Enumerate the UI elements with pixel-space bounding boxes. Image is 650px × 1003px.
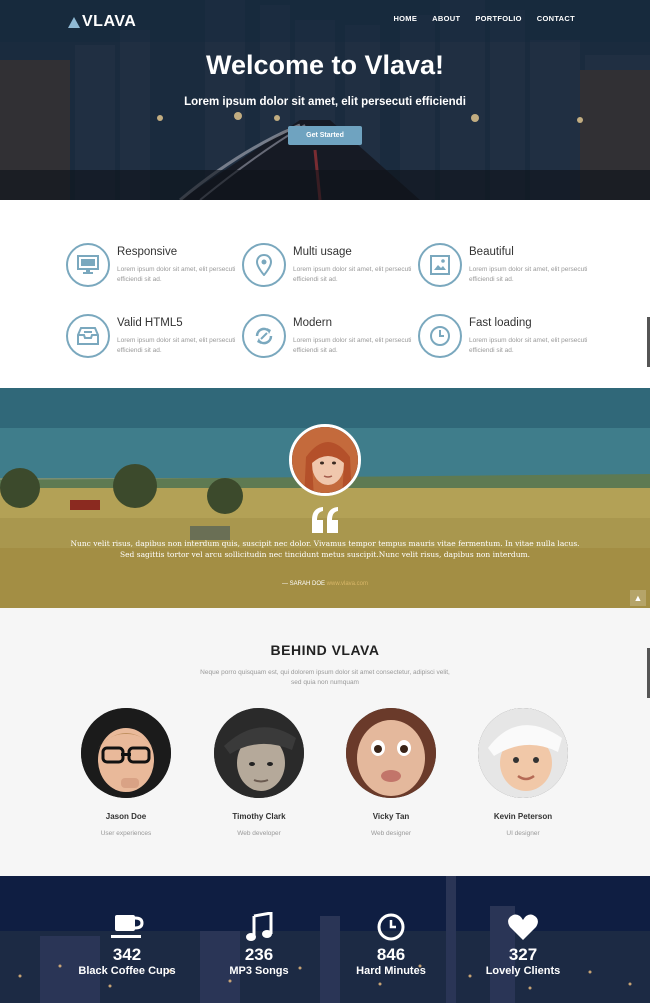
logo[interactable]: VLAVA	[68, 13, 136, 31]
coffee-icon	[62, 912, 192, 942]
team-section: BEHIND VLAVA Neque porro quisquam est, q…	[0, 608, 650, 876]
testimonial-avatar	[289, 424, 361, 496]
stat-label: Lovely Clients	[485, 965, 561, 977]
heart-icon	[458, 912, 588, 942]
wheat-field-background	[0, 388, 650, 608]
team-member: Kevin Peterson UI designer	[468, 708, 578, 837]
main-menu: HOME ABOUT PORTFOLIO CONTACT	[393, 14, 575, 23]
feature-desc: Lorem ipsum dolor sit amet, elit persecu…	[293, 337, 412, 354]
clock-icon	[418, 314, 462, 358]
feature-title: Valid HTML5	[117, 317, 183, 329]
team-member: Vicky Tan Web designer	[336, 708, 446, 837]
map-pin-icon	[242, 243, 286, 287]
nav-about[interactable]: ABOUT	[432, 14, 460, 23]
team-heading: BEHIND VLAVA	[270, 642, 380, 658]
stat-value: 327	[508, 945, 538, 964]
member-role: User experiences	[100, 830, 152, 837]
hero-title: Welcome to Vlava!	[205, 50, 445, 80]
avatar	[478, 708, 568, 798]
features-section: Responsive Lorem ipsum dolor sit amet, e…	[0, 200, 650, 388]
member-role: Web designer	[371, 830, 411, 837]
team-member: Jason Doe User experiences	[71, 708, 181, 837]
member-name: Jason Doe	[105, 812, 147, 821]
feature-desc: Lorem ipsum dolor sit amet, elit persecu…	[117, 337, 236, 354]
member-role: Web developer	[237, 830, 281, 837]
feature-desc: Lorem ipsum dolor sit amet, elit persecu…	[117, 266, 236, 283]
avatar	[81, 708, 171, 798]
stat-minutes: 846 Hard Minutes	[326, 912, 456, 977]
hero-subtitle: Lorem ipsum dolor sit amet, elit persecu…	[184, 96, 466, 108]
feature-fast-loading: Fast loading Lorem ipsum dolor sit amet,…	[418, 314, 588, 364]
feature-title: Multi usage	[293, 246, 352, 258]
avatar	[214, 708, 304, 798]
monitor-icon	[66, 243, 110, 287]
quote-icon	[312, 507, 338, 533]
chevron-up-icon: ▲	[633, 593, 643, 603]
scroll-top-button[interactable]: ▲	[630, 590, 646, 606]
logo-text: VLAVA	[82, 13, 137, 30]
member-name: Timothy Clark	[232, 812, 286, 821]
stat-value: 342	[112, 945, 142, 964]
feature-title: Beautiful	[469, 246, 514, 258]
stat-songs: 236 MP3 Songs	[194, 912, 324, 977]
nav-home[interactable]: HOME	[393, 14, 417, 23]
nav-portfolio[interactable]: PORTFOLIO	[475, 14, 521, 23]
feature-title: Fast loading	[469, 317, 532, 329]
logo-triangle-icon	[68, 16, 80, 28]
author-link[interactable]: www.vlava.com	[327, 581, 368, 587]
image-icon	[418, 243, 462, 287]
nav-contact[interactable]: CONTACT	[537, 14, 575, 23]
testimonial-text: Nunc velit risus, dapibus non interdum q…	[70, 539, 580, 559]
team-member: Timothy Clark Web developer	[204, 708, 314, 837]
stat-clients: 327 Lovely Clients	[458, 912, 588, 977]
stat-label: Hard Minutes	[356, 965, 426, 977]
feature-beautiful: Beautiful Lorem ipsum dolor sit amet, el…	[418, 243, 588, 293]
feature-responsive: Responsive Lorem ipsum dolor sit amet, e…	[66, 243, 236, 293]
stat-value: 236	[244, 945, 274, 964]
feature-modern: Modern Lorem ipsum dolor sit amet, elit …	[242, 314, 412, 364]
feature-desc: Lorem ipsum dolor sit amet, elit persecu…	[469, 337, 588, 354]
member-role: UI designer	[506, 830, 540, 837]
testimonial-author: — SARAH DOE www.vlava.com	[0, 581, 650, 587]
get-started-button[interactable]: Get Started	[288, 126, 362, 145]
testimonial-section: Nunc velit risus, dapibus non interdum q…	[0, 388, 650, 608]
feature-valid-html5: Valid HTML5 Lorem ipsum dolor sit amet, …	[66, 314, 236, 364]
hero-section: VLAVA HOME ABOUT PORTFOLIO CONTACT Welco…	[0, 0, 650, 200]
avatar	[346, 708, 436, 798]
stats-section: 342 Black Coffee Cups 236 MP3 Songs 846 …	[0, 876, 650, 1003]
clock-icon	[326, 912, 456, 942]
member-name: Kevin Peterson	[493, 812, 553, 821]
inbox-icon	[66, 314, 110, 358]
top-navbar: VLAVA HOME ABOUT PORTFOLIO CONTACT	[0, 0, 650, 42]
stat-coffee: 342 Black Coffee Cups	[62, 912, 192, 977]
music-note-icon	[194, 912, 324, 942]
refresh-icon	[242, 314, 286, 358]
feature-title: Responsive	[117, 246, 178, 258]
feature-desc: Lorem ipsum dolor sit amet, elit persecu…	[469, 266, 588, 283]
member-name: Vicky Tan	[372, 812, 410, 821]
team-intro: Neque porro quisquam est, qui dolorem ip…	[200, 669, 450, 686]
feature-title: Modern	[293, 317, 332, 329]
feature-multi-usage: Multi usage Lorem ipsum dolor sit amet, …	[242, 243, 412, 293]
stat-value: 846	[376, 945, 406, 964]
stat-label: MP3 Songs	[229, 965, 289, 977]
author-name: — SARAH DOE	[281, 581, 325, 587]
stat-label: Black Coffee Cups	[78, 965, 176, 977]
feature-desc: Lorem ipsum dolor sit amet, elit persecu…	[293, 266, 412, 283]
